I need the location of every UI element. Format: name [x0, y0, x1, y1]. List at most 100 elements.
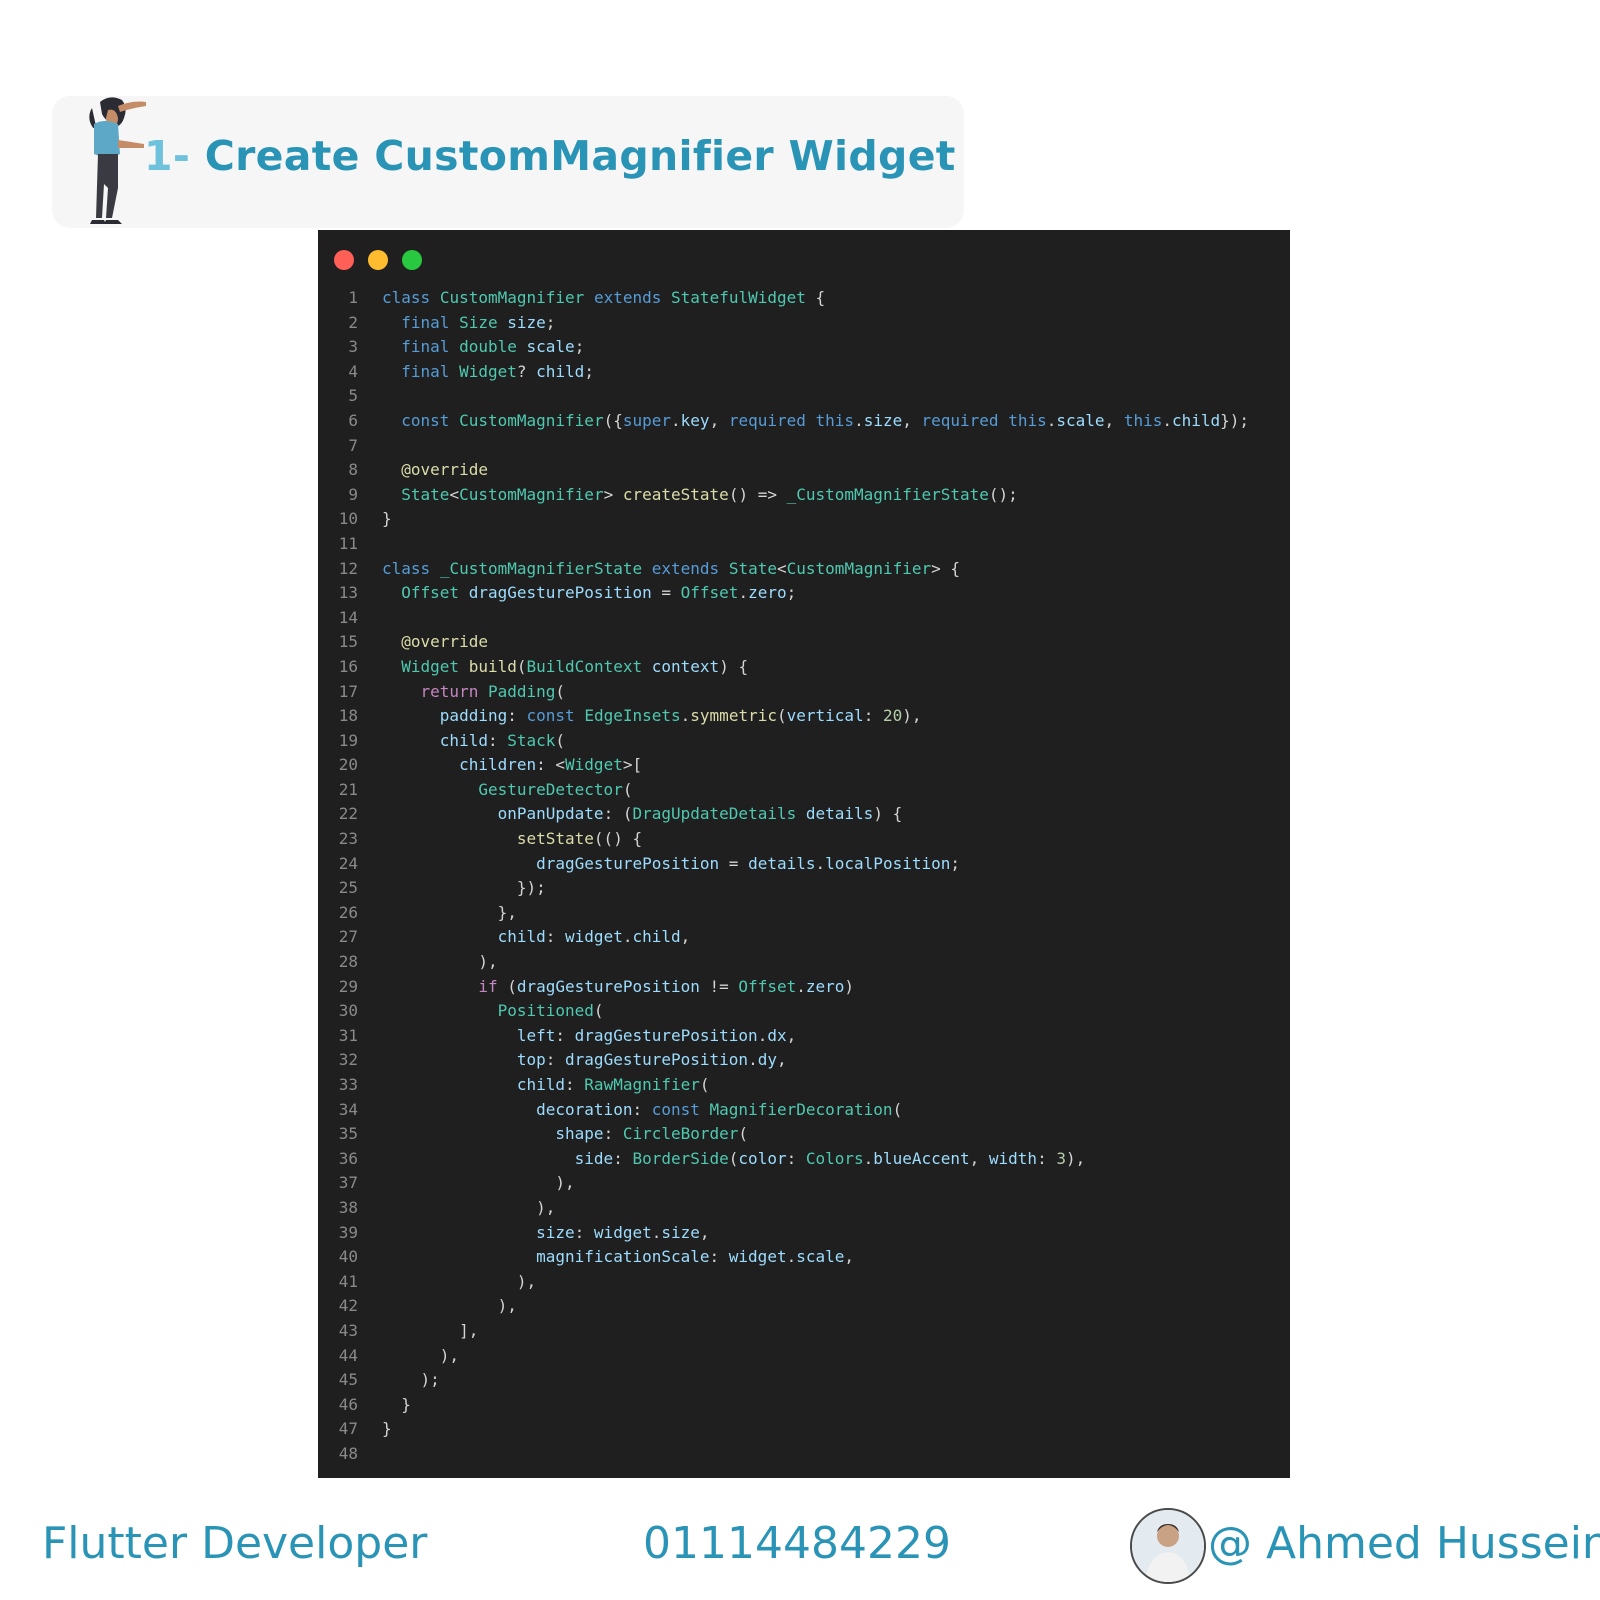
- code-line: 23 setState(() {: [318, 827, 1290, 852]
- code-line: 15 @override: [318, 630, 1290, 655]
- line-number: 21: [338, 779, 358, 799]
- code-line: 43 ],: [318, 1319, 1290, 1344]
- line-number: 11: [338, 533, 358, 553]
- line-number: 18: [338, 706, 358, 726]
- line-number: 22: [338, 804, 358, 824]
- code-line: 29 if (dragGesturePosition != Offset.zer…: [318, 975, 1290, 1000]
- line-number: 24: [338, 853, 358, 873]
- code-text: const CustomMagnifier({super.key, requir…: [401, 410, 1250, 430]
- code-text: }: [382, 1419, 392, 1439]
- title-number: 1-: [144, 132, 191, 180]
- code-text: magnificationScale: widget.scale,: [536, 1247, 855, 1267]
- code-line: 6 const CustomMagnifier({super.key, requ…: [318, 409, 1290, 434]
- code-line: 5: [318, 384, 1290, 409]
- code-line: 46 }: [318, 1393, 1290, 1418]
- line-number: 25: [338, 878, 358, 898]
- line-number: 5: [348, 386, 358, 406]
- code-line: 47}: [318, 1417, 1290, 1442]
- code-text: setState(() {: [516, 829, 643, 849]
- line-number: 47: [338, 1419, 358, 1439]
- code-text: }: [382, 1394, 411, 1414]
- code-text: children: <Widget>[: [459, 755, 643, 775]
- code-text: top: dragGesturePosition.dy,: [516, 1050, 787, 1070]
- code-line: 32 top: dragGesturePosition.dy,: [318, 1048, 1290, 1073]
- code-line: 33 child: RawMagnifier(: [318, 1073, 1290, 1098]
- code-text: Offset dragGesturePosition = Offset.zero…: [401, 583, 797, 603]
- page-title: 1- Create CustomMagnifier Widget: [144, 128, 956, 184]
- code-line: 22 onPanUpdate: (DragUpdateDetails detai…: [318, 802, 1290, 827]
- code-line: 40 magnificationScale: widget.scale,: [318, 1245, 1290, 1270]
- close-dot-icon[interactable]: [334, 250, 354, 270]
- line-number: 10: [338, 509, 358, 529]
- code-line: 21 GestureDetector(: [318, 778, 1290, 803]
- code-line: 36 side: BorderSide(color: Colors.blueAc…: [318, 1147, 1290, 1172]
- line-number: 38: [338, 1197, 358, 1217]
- line-number: 9: [348, 484, 358, 504]
- line-number: 1: [348, 288, 358, 307]
- code-line: 26 },: [318, 901, 1290, 926]
- code-line: 14: [318, 606, 1290, 631]
- person-avatar-icon: [1132, 1510, 1204, 1582]
- line-number: 23: [338, 829, 358, 849]
- line-number: 31: [338, 1025, 358, 1045]
- code-text: shape: CircleBorder(: [555, 1124, 749, 1144]
- code-text: ),: [382, 1197, 556, 1217]
- line-number: 12: [338, 558, 358, 578]
- avatar: [1130, 1508, 1206, 1584]
- code-block: 1 class CustomMagnifier extends StatefulW…: [318, 286, 1290, 1467]
- footer-role: Flutter Developer: [42, 1518, 428, 1569]
- code-text: if (dragGesturePosition != Offset.zero): [478, 976, 855, 996]
- code-text: size: widget.size,: [536, 1222, 710, 1242]
- code-line: 12 class _CustomMagnifierState extends St…: [318, 557, 1290, 582]
- code-line: 37 ),: [318, 1171, 1290, 1196]
- code-line: 2 final Size size;: [318, 311, 1290, 336]
- code-line: 9 State<CustomMagnifier> createState() =…: [318, 483, 1290, 508]
- line-number: 26: [338, 902, 358, 922]
- code-line: 8 @override: [318, 458, 1290, 483]
- code-line: 27 child: widget.child,: [318, 925, 1290, 950]
- code-text: padding: const EdgeInsets.symmetric(vert…: [439, 706, 922, 726]
- line-number: 48: [338, 1443, 358, 1463]
- line-number: 43: [338, 1320, 358, 1340]
- line-number: 19: [338, 730, 358, 750]
- code-text: ),: [382, 1296, 517, 1316]
- code-text: return Padding(: [420, 681, 566, 701]
- title-label: Create CustomMagnifier Widget: [204, 132, 956, 180]
- code-text: @override: [401, 632, 488, 652]
- code-text: class CustomMagnifier extends StatefulWi…: [382, 288, 826, 307]
- line-number: 20: [338, 755, 358, 775]
- footer-phone: 01114484229: [643, 1518, 951, 1569]
- code-line: 10}: [318, 507, 1290, 532]
- code-text: State<CustomMagnifier> createState() => …: [401, 484, 1018, 504]
- zoom-dot-icon[interactable]: [402, 250, 422, 270]
- line-number: 36: [338, 1148, 358, 1168]
- code-line: 25 });: [318, 876, 1290, 901]
- minimize-dot-icon[interactable]: [368, 250, 388, 270]
- code-text: });: [382, 878, 546, 898]
- code-text: final Widget? child;: [401, 361, 594, 381]
- code-line: 20 children: <Widget>[: [318, 753, 1290, 778]
- line-number: 16: [338, 656, 358, 676]
- code-text: }: [382, 509, 392, 529]
- code-text: final Size size;: [401, 312, 556, 332]
- line-number: 3: [348, 337, 358, 357]
- footer-handle: @ Ahmed Hussein: [1208, 1518, 1600, 1569]
- code-line: 44 ),: [318, 1344, 1290, 1369]
- code-line: 17 return Padding(: [318, 680, 1290, 705]
- code-text: decoration: const MagnifierDecoration(: [536, 1099, 903, 1119]
- code-text: child: widget.child,: [497, 927, 691, 947]
- code-line: 18 padding: const EdgeInsets.symmetric(v…: [318, 704, 1290, 729]
- code-text: class _CustomMagnifierState extends Stat…: [382, 558, 961, 578]
- code-text: child: RawMagnifier(: [516, 1075, 710, 1094]
- line-number: 39: [338, 1222, 358, 1242]
- line-number: 7: [348, 435, 358, 455]
- code-line: 42 ),: [318, 1294, 1290, 1319]
- code-line: 4 final Widget? child;: [318, 360, 1290, 385]
- code-text: final double scale;: [401, 337, 585, 357]
- line-number: 6: [348, 410, 358, 430]
- line-number: 28: [338, 952, 358, 972]
- line-number: 34: [338, 1099, 358, 1119]
- code-line: 7: [318, 434, 1290, 459]
- code-text: side: BorderSide(color: Colors.blueAccen…: [574, 1148, 1086, 1168]
- line-number: 46: [338, 1394, 358, 1414]
